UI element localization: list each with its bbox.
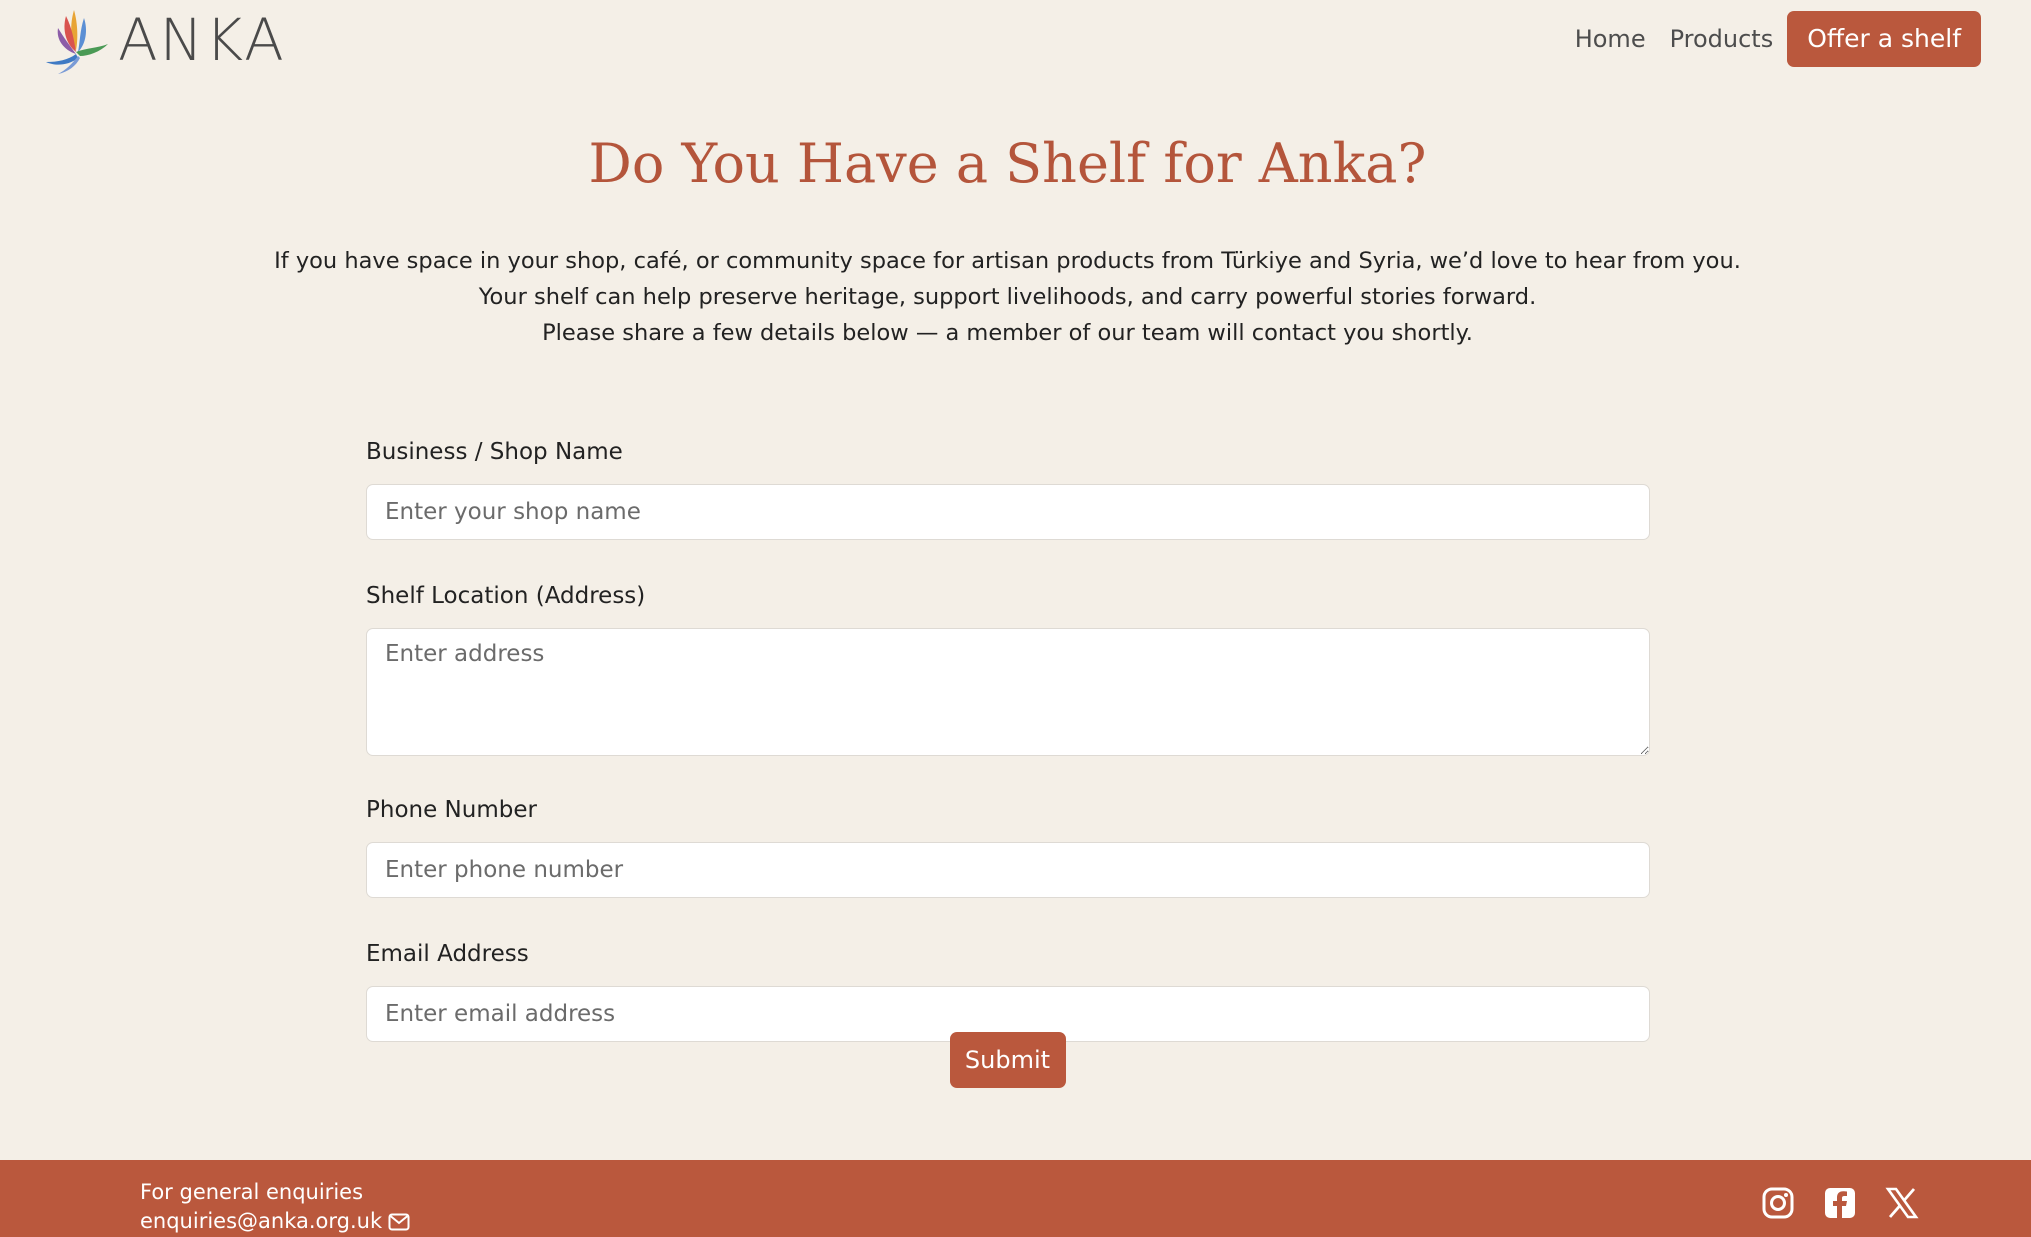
intro-text: If you have space in your shop, café, or… (0, 243, 2015, 351)
footer-contact: For general enquiries enquiries@anka.org… (140, 1178, 410, 1236)
mail-icon[interactable] (388, 1213, 410, 1231)
page-title: Do You Have a Shelf for Anka? (588, 132, 1427, 195)
anka-bird-icon (40, 4, 116, 76)
offer-shelf-button[interactable]: Offer a shelf (1787, 11, 1981, 67)
intro-line: Your shelf can help preserve heritage, s… (478, 284, 1537, 310)
shop-name-label: Business / Shop Name (366, 439, 623, 465)
phone-input[interactable] (366, 842, 1650, 898)
shop-name-input[interactable] (366, 484, 1650, 540)
intro-line: If you have space in your shop, café, or… (274, 248, 1741, 274)
address-label: Shelf Location (Address) (366, 583, 646, 609)
nav-home-link[interactable]: Home (1575, 25, 1646, 53)
x-icon[interactable] (1885, 1186, 1919, 1220)
offer-shelf-form: Business / Shop Name Shelf Location (Add… (366, 436, 1650, 1042)
enquiries-label: For general enquiries (140, 1180, 364, 1204)
footer-email-link[interactable]: enquiries@anka.org.uk (140, 1207, 382, 1236)
logo[interactable]: ANKA (40, 4, 286, 76)
brand-name: ANKA (118, 6, 286, 74)
social-links (1761, 1186, 1919, 1220)
footer-email-row: enquiries@anka.org.uk (140, 1207, 410, 1236)
submit-button[interactable]: Submit (949, 1032, 1066, 1088)
submit-row: Submit (0, 1032, 2015, 1088)
site-footer: For general enquiries enquiries@anka.org… (0, 1160, 2031, 1237)
email-label: Email Address (366, 941, 529, 967)
phone-label: Phone Number (366, 797, 537, 823)
instagram-icon[interactable] (1761, 1186, 1795, 1220)
page: ANKA Home Products Offer a shelf Do You … (0, 0, 2031, 1237)
main-nav: Home Products Offer a shelf (1551, 11, 1981, 67)
nav-products-link[interactable]: Products (1670, 25, 1774, 53)
site-header: ANKA Home Products Offer a shelf (0, 0, 2031, 82)
address-textarea[interactable] (366, 628, 1650, 756)
facebook-icon[interactable] (1823, 1186, 1857, 1220)
intro-line: Please share a few details below — a mem… (542, 320, 1473, 346)
